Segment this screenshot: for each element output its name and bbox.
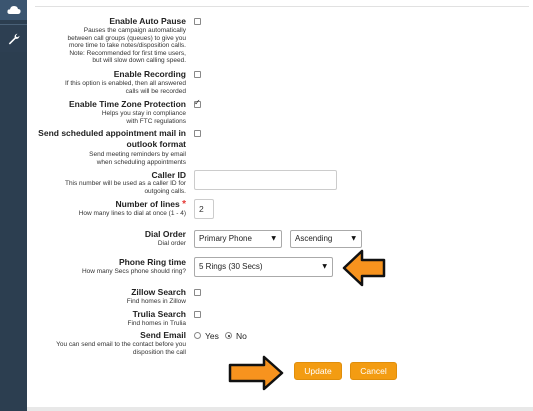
cancel-button[interactable]: Cancel bbox=[350, 362, 397, 380]
divider bbox=[35, 6, 529, 7]
number-of-lines-input[interactable]: 2 bbox=[194, 199, 214, 219]
send-appointment-help: Send meeting reminders by email when sch… bbox=[89, 151, 186, 166]
send-email-no-label[interactable]: No bbox=[236, 331, 247, 341]
settings-form-panel: Enable Auto Pause Pauses the campaign au… bbox=[27, 0, 533, 411]
update-button[interactable]: Update bbox=[294, 362, 342, 380]
wrench-icon bbox=[8, 33, 20, 44]
chevron-down-icon: ▼ bbox=[351, 235, 356, 242]
chevron-down-icon: ▼ bbox=[271, 235, 276, 242]
trulia-search-help: Find homes in Trulia bbox=[127, 320, 186, 327]
ring-time-help: How many Secs phone should ring? bbox=[81, 268, 186, 275]
zillow-search-label: Zillow Search bbox=[131, 287, 186, 297]
chevron-down-icon: ▼ bbox=[322, 263, 327, 270]
ring-time-label: Phone Ring time bbox=[118, 257, 186, 267]
send-email-help: You can send email to the contact before… bbox=[56, 341, 186, 356]
send-appointment-label-line2: outlook format bbox=[126, 139, 187, 149]
panel-bottom-edge bbox=[27, 407, 533, 411]
enable-auto-pause-checkbox[interactable] bbox=[194, 18, 201, 25]
left-arrow-callout-icon bbox=[342, 249, 386, 287]
enable-recording-label: Enable Recording bbox=[113, 69, 186, 79]
number-of-lines-help: How many lines to dial at once (1 - 4) bbox=[78, 210, 186, 217]
enable-time-zone-label: Enable Time Zone Protection bbox=[69, 99, 186, 109]
trulia-search-label: Trulia Search bbox=[132, 309, 186, 319]
dial-order-label: Dial Order bbox=[144, 229, 186, 239]
ring-time-select[interactable]: 5 Rings (30 Secs) ▼ bbox=[194, 257, 333, 277]
send-email-yes-label[interactable]: Yes bbox=[205, 331, 219, 341]
enable-recording-checkbox[interactable] bbox=[194, 71, 201, 78]
cloud-icon bbox=[6, 6, 21, 14]
enable-time-zone-checkbox[interactable] bbox=[194, 98, 201, 108]
dial-order-help: Dial order bbox=[157, 240, 186, 247]
right-arrow-callout-icon bbox=[228, 355, 284, 391]
number-of-lines-label: Number of lines * bbox=[115, 199, 186, 210]
sidebar-home-button[interactable] bbox=[0, 0, 27, 20]
trulia-search-checkbox[interactable] bbox=[194, 311, 201, 318]
enable-auto-pause-label: Enable Auto Pause bbox=[109, 16, 186, 26]
zillow-search-help: Find homes in Zillow bbox=[126, 298, 186, 305]
dial-order-field-select[interactable]: Primary Phone ▼ bbox=[194, 230, 282, 248]
send-email-no-radio[interactable] bbox=[225, 332, 232, 339]
send-appointment-label: Send scheduled appointment mail in bbox=[38, 128, 186, 138]
required-marker: * bbox=[182, 199, 186, 210]
dial-order-sort-value: Ascending bbox=[295, 234, 333, 243]
enable-recording-help: If this option is enabled, then all answ… bbox=[64, 80, 186, 95]
sidebar bbox=[0, 0, 27, 411]
caller-id-input[interactable] bbox=[194, 170, 337, 190]
send-appointment-checkbox[interactable] bbox=[194, 130, 201, 137]
dial-order-field-value: Primary Phone bbox=[199, 234, 252, 243]
sidebar-settings-button[interactable] bbox=[0, 24, 27, 52]
number-of-lines-label-text: Number of lines bbox=[115, 199, 180, 209]
enable-time-zone-help: Helps you stay in compliance with FTC re… bbox=[101, 110, 186, 125]
ring-time-value: 5 Rings (30 Secs) bbox=[199, 262, 263, 271]
dial-order-sort-select[interactable]: Ascending ▼ bbox=[290, 230, 362, 248]
enable-auto-pause-help: Pauses the campaign automatically betwee… bbox=[67, 27, 186, 64]
send-email-label: Send Email bbox=[140, 330, 186, 340]
send-email-yes-radio[interactable] bbox=[194, 332, 201, 339]
zillow-search-checkbox[interactable] bbox=[194, 289, 201, 296]
caller-id-help: This number will be used as a caller ID … bbox=[64, 180, 186, 195]
